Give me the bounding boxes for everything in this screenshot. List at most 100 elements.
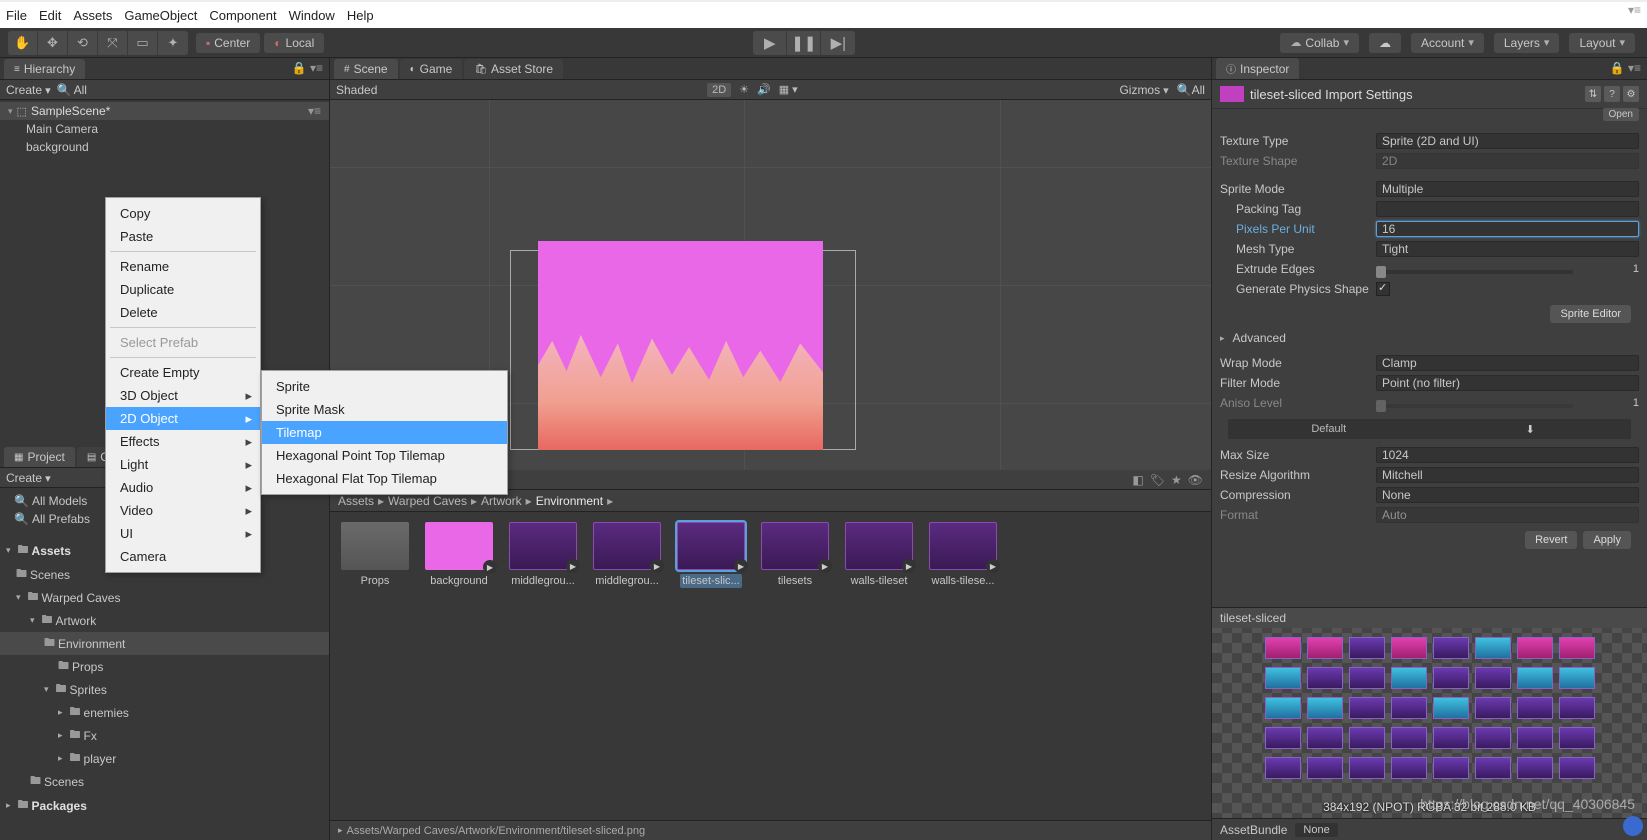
grid-item-walls-tilese-[interactable]: ▶walls-tilese... xyxy=(928,522,998,810)
resize-algo-dropdown[interactable]: Mitchell xyxy=(1376,467,1639,483)
download-icon[interactable]: ⬇ xyxy=(1430,423,1632,436)
gen-physics-checkbox[interactable] xyxy=(1376,282,1390,296)
packing-tag-input[interactable] xyxy=(1376,201,1639,217)
transform-tool[interactable]: ✦ xyxy=(158,31,188,55)
rotate-tool[interactable]: ⟲ xyxy=(68,31,98,55)
open-button[interactable]: Open xyxy=(1603,108,1639,121)
texture-type-dropdown[interactable]: Sprite (2D and UI) xyxy=(1376,133,1639,149)
hand-tool[interactable]: ✋ xyxy=(8,31,38,55)
ctx-item-effects[interactable]: Effects xyxy=(106,430,260,453)
handle-toggle[interactable]: ◐Local xyxy=(264,33,324,53)
asset-store-tab[interactable]: 🛍Asset Store xyxy=(464,59,563,79)
move-tool[interactable]: ✥ xyxy=(38,31,68,55)
tree-scenes2[interactable]: 🖿Scenes xyxy=(0,770,329,793)
ctx-item-video[interactable]: Video xyxy=(106,499,260,522)
scene-search[interactable]: 🔍All xyxy=(1177,83,1205,97)
sprite-editor-button[interactable]: Sprite Editor xyxy=(1550,305,1631,323)
cloud-button[interactable]: ☁ xyxy=(1369,33,1401,53)
expand-icon[interactable]: ▶ xyxy=(650,559,664,573)
help-icon[interactable]: ? xyxy=(1604,86,1620,102)
ctx-item-hexagonal-point-top-tilemap[interactable]: Hexagonal Point Top Tilemap xyxy=(262,444,507,467)
ctx-item-duplicate[interactable]: Duplicate xyxy=(106,278,260,301)
settings-icon[interactable]: ⚙ xyxy=(1623,86,1639,102)
audio-toggle[interactable]: 🔊 xyxy=(757,83,771,96)
tree-player[interactable]: ▸🖿player xyxy=(0,747,329,770)
grid-item-Props[interactable]: Props xyxy=(340,522,410,810)
ctx-item-tilemap[interactable]: Tilemap xyxy=(262,421,507,444)
preview-body[interactable]: 384x192 (NPOT) RGBA 32 bit 288.0 KB xyxy=(1212,628,1647,818)
ctx-item-hexagonal-flat-top-tilemap[interactable]: Hexagonal Flat Top Tilemap xyxy=(262,467,507,490)
menu-component[interactable]: Component xyxy=(209,8,276,23)
account-dropdown[interactable]: Account▾ xyxy=(1411,33,1484,53)
2d-toggle[interactable]: 2D xyxy=(707,83,731,97)
star-icon[interactable]: ★ xyxy=(1171,473,1182,487)
preview-header[interactable]: tileset-sliced xyxy=(1212,608,1647,628)
filter-icon[interactable]: ◧ xyxy=(1132,473,1143,487)
grid-item-background[interactable]: ▶background xyxy=(424,522,494,810)
tree-environment[interactable]: 🖿Environment xyxy=(0,632,329,655)
packages-root[interactable]: ▸🖿Packages xyxy=(0,793,329,818)
compression-dropdown[interactable]: None xyxy=(1376,487,1639,503)
grid-item-tilesets[interactable]: ▶tilesets xyxy=(760,522,830,810)
mesh-type-dropdown[interactable]: Tight xyxy=(1376,241,1639,257)
hierarchy-create-button[interactable]: Create ▾ xyxy=(6,83,51,97)
fx-toggle[interactable]: ▦ ▾ xyxy=(779,83,798,96)
shading-dropdown[interactable]: Shaded xyxy=(336,83,377,97)
bc-artwork[interactable]: Artwork xyxy=(481,494,522,508)
expand-icon[interactable]: ▶ xyxy=(902,559,916,573)
bc-warped[interactable]: Warped Caves xyxy=(388,494,467,508)
menu-window[interactable]: Window xyxy=(289,8,335,23)
tree-warped-caves[interactable]: ▾🖿Warped Caves xyxy=(0,586,329,609)
hierarchy-item[interactable]: Main Camera xyxy=(0,120,329,138)
menu-edit[interactable]: Edit xyxy=(39,8,61,23)
expand-icon[interactable]: ▶ xyxy=(734,559,748,573)
tree-sprites[interactable]: ▾🖿Sprites xyxy=(0,678,329,701)
ctx-item-rename[interactable]: Rename xyxy=(106,255,260,278)
extrude-edges-slider[interactable] xyxy=(1376,270,1573,274)
scene-row[interactable]: ▾ ⬚ SampleScene* ▾≡ xyxy=(0,102,329,120)
layers-dropdown[interactable]: Layers▾ xyxy=(1494,33,1560,53)
step-button[interactable]: ▶| xyxy=(821,31,855,55)
label-icon[interactable]: 🏷 xyxy=(1150,473,1165,487)
grid-item-walls-tileset[interactable]: ▶walls-tileset xyxy=(844,522,914,810)
ctx-item-camera[interactable]: Camera xyxy=(106,545,260,568)
hierarchy-item[interactable]: background xyxy=(0,138,329,156)
pixels-per-unit-input[interactable]: 16 xyxy=(1376,221,1639,237)
filter-mode-dropdown[interactable]: Point (no filter) xyxy=(1376,375,1639,391)
hierarchy-tab[interactable]: ≡Hierarchy xyxy=(4,59,85,79)
panel-menu-icon[interactable]: ▾≡ xyxy=(1628,3,1641,17)
advanced-foldout[interactable]: ▸Advanced xyxy=(1220,329,1639,347)
ctx-item-delete[interactable]: Delete xyxy=(106,301,260,324)
ctx-item-paste[interactable]: Paste xyxy=(106,225,260,248)
tree-artwork[interactable]: ▾🖿Artwork xyxy=(0,609,329,632)
lighting-toggle[interactable]: ☀ xyxy=(739,83,749,96)
layout-dropdown[interactable]: Layout▾ xyxy=(1569,33,1635,53)
grid-item-middlegrou-[interactable]: ▶middlegrou... xyxy=(508,522,578,810)
bc-environment[interactable]: Environment xyxy=(536,494,603,508)
tree-fx[interactable]: ▸🖿Fx xyxy=(0,724,329,747)
platform-default[interactable]: Default⬇ xyxy=(1228,419,1631,439)
tree-enemies[interactable]: ▸🖿enemies xyxy=(0,701,329,724)
ctx-item-copy[interactable]: Copy xyxy=(106,202,260,225)
menu-assets[interactable]: Assets xyxy=(73,8,112,23)
preset-icon[interactable]: ⇅ xyxy=(1585,86,1601,102)
inspector-tab[interactable]: ⓘInspector xyxy=(1216,58,1299,79)
grid-item-middlegrou-[interactable]: ▶middlegrou... xyxy=(592,522,662,810)
project-tab[interactable]: ▦Project xyxy=(4,447,75,467)
ctx-item-select-prefab[interactable]: Select Prefab xyxy=(106,331,260,354)
tree-props[interactable]: 🖿Props xyxy=(0,655,329,678)
ctx-item-sprite[interactable]: Sprite xyxy=(262,375,507,398)
rect-tool[interactable]: ▭ xyxy=(128,31,158,55)
ctx-item-audio[interactable]: Audio xyxy=(106,476,260,499)
collab-button[interactable]: ☁Collab▾ xyxy=(1280,33,1359,53)
ctx-item-2d-object[interactable]: 2D Object xyxy=(106,407,260,430)
background-sprite[interactable] xyxy=(538,241,823,450)
pause-button[interactable]: ❚❚ xyxy=(787,31,821,55)
scale-tool[interactable]: ⤧ xyxy=(98,31,128,55)
ctx-item-light[interactable]: Light xyxy=(106,453,260,476)
apply-button[interactable]: Apply xyxy=(1583,531,1631,549)
ctx-item-create-empty[interactable]: Create Empty xyxy=(106,361,260,384)
pivot-toggle[interactable]: ▪Center xyxy=(196,33,260,53)
gizmos-dropdown[interactable]: Gizmos ▾ xyxy=(1119,83,1168,97)
foldout-icon[interactable]: ▾ xyxy=(8,106,13,117)
